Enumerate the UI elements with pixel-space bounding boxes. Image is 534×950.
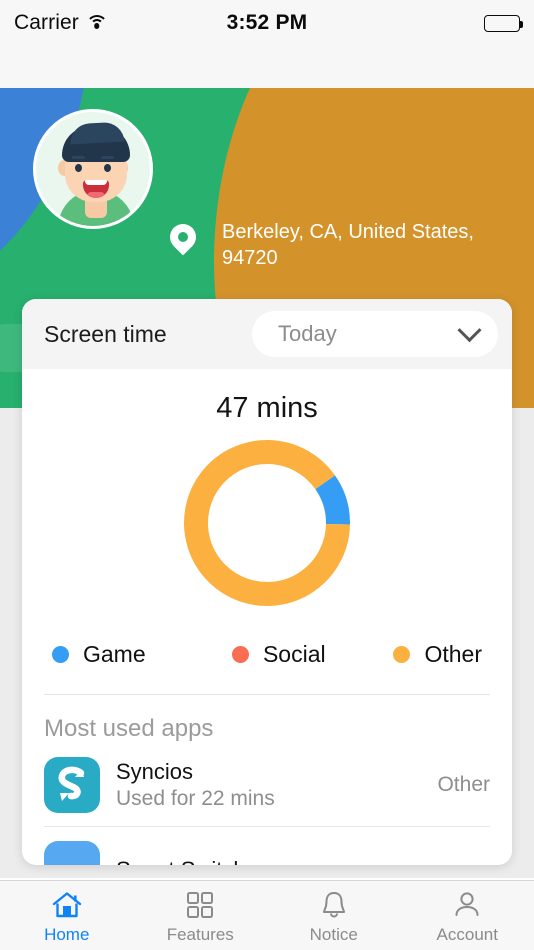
legend-label: Game [83, 641, 146, 667]
tab-label: Home [44, 925, 90, 944]
app-name: Smart Switch [116, 856, 490, 866]
location-pin-icon [164, 218, 202, 258]
app-category: Other [437, 773, 490, 796]
legend-item: Game [52, 641, 232, 668]
tab-label: Notice [309, 925, 358, 944]
period-select-value: Today [278, 321, 337, 346]
screen-time-card-header: Screen time Today [22, 299, 512, 369]
bell-icon [320, 890, 348, 920]
tab-features[interactable]: Features [134, 890, 268, 945]
tab-home[interactable]: Home [0, 890, 134, 945]
legend-dot-other [393, 646, 411, 663]
legend-dot-game [52, 646, 69, 663]
grid-icon [186, 890, 214, 920]
home-icon [52, 890, 82, 920]
screen-time-card: Screen time Today 47 mins Game Social Ot… [22, 299, 512, 865]
app-name: Syncios [116, 759, 194, 784]
donut-svg [184, 440, 350, 606]
tab-bar: Home Features Notice Account [0, 880, 534, 950]
person-icon [453, 890, 481, 920]
app-usage: Used for 22 mins [116, 787, 275, 810]
smart-switch-app-icon [44, 841, 100, 865]
legend-label: Other [424, 641, 482, 667]
battery-icon [484, 14, 523, 32]
tab-account[interactable]: Account [401, 890, 534, 945]
tab-notice[interactable]: Notice [267, 890, 401, 945]
location-text: Berkeley, CA, United States, 94720 [222, 221, 474, 269]
period-select[interactable]: Today [252, 311, 498, 357]
legend-label: Social [262, 641, 326, 667]
list-item[interactable]: Smart Switch [22, 827, 512, 865]
chevron-down-icon [457, 317, 482, 342]
list-item[interactable]: Syncios Used for 22 mins Other [22, 743, 512, 813]
total-screen-time: 47 mins [216, 392, 318, 424]
donut-slice-game [315, 475, 350, 525]
legend-item: Other [393, 641, 482, 668]
chart-legend: Game Social Other [22, 625, 512, 668]
syncios-app-icon [44, 757, 100, 813]
screen-time-title: Screen time [44, 320, 167, 347]
tab-label: Account [436, 925, 498, 944]
legend-item: Social [231, 641, 394, 668]
avatar[interactable] [33, 109, 153, 229]
status-bar-clock: 3:52 PM [226, 11, 308, 34]
legend-dot-social [231, 646, 249, 663]
tab-label: Features [166, 925, 234, 944]
donut-slice-other [184, 440, 350, 606]
status-bar: Carrier 3:52 PM [0, 0, 534, 88]
screen-time-donut-chart [22, 435, 512, 625]
most-used-apps-title: Most used apps [44, 715, 214, 742]
